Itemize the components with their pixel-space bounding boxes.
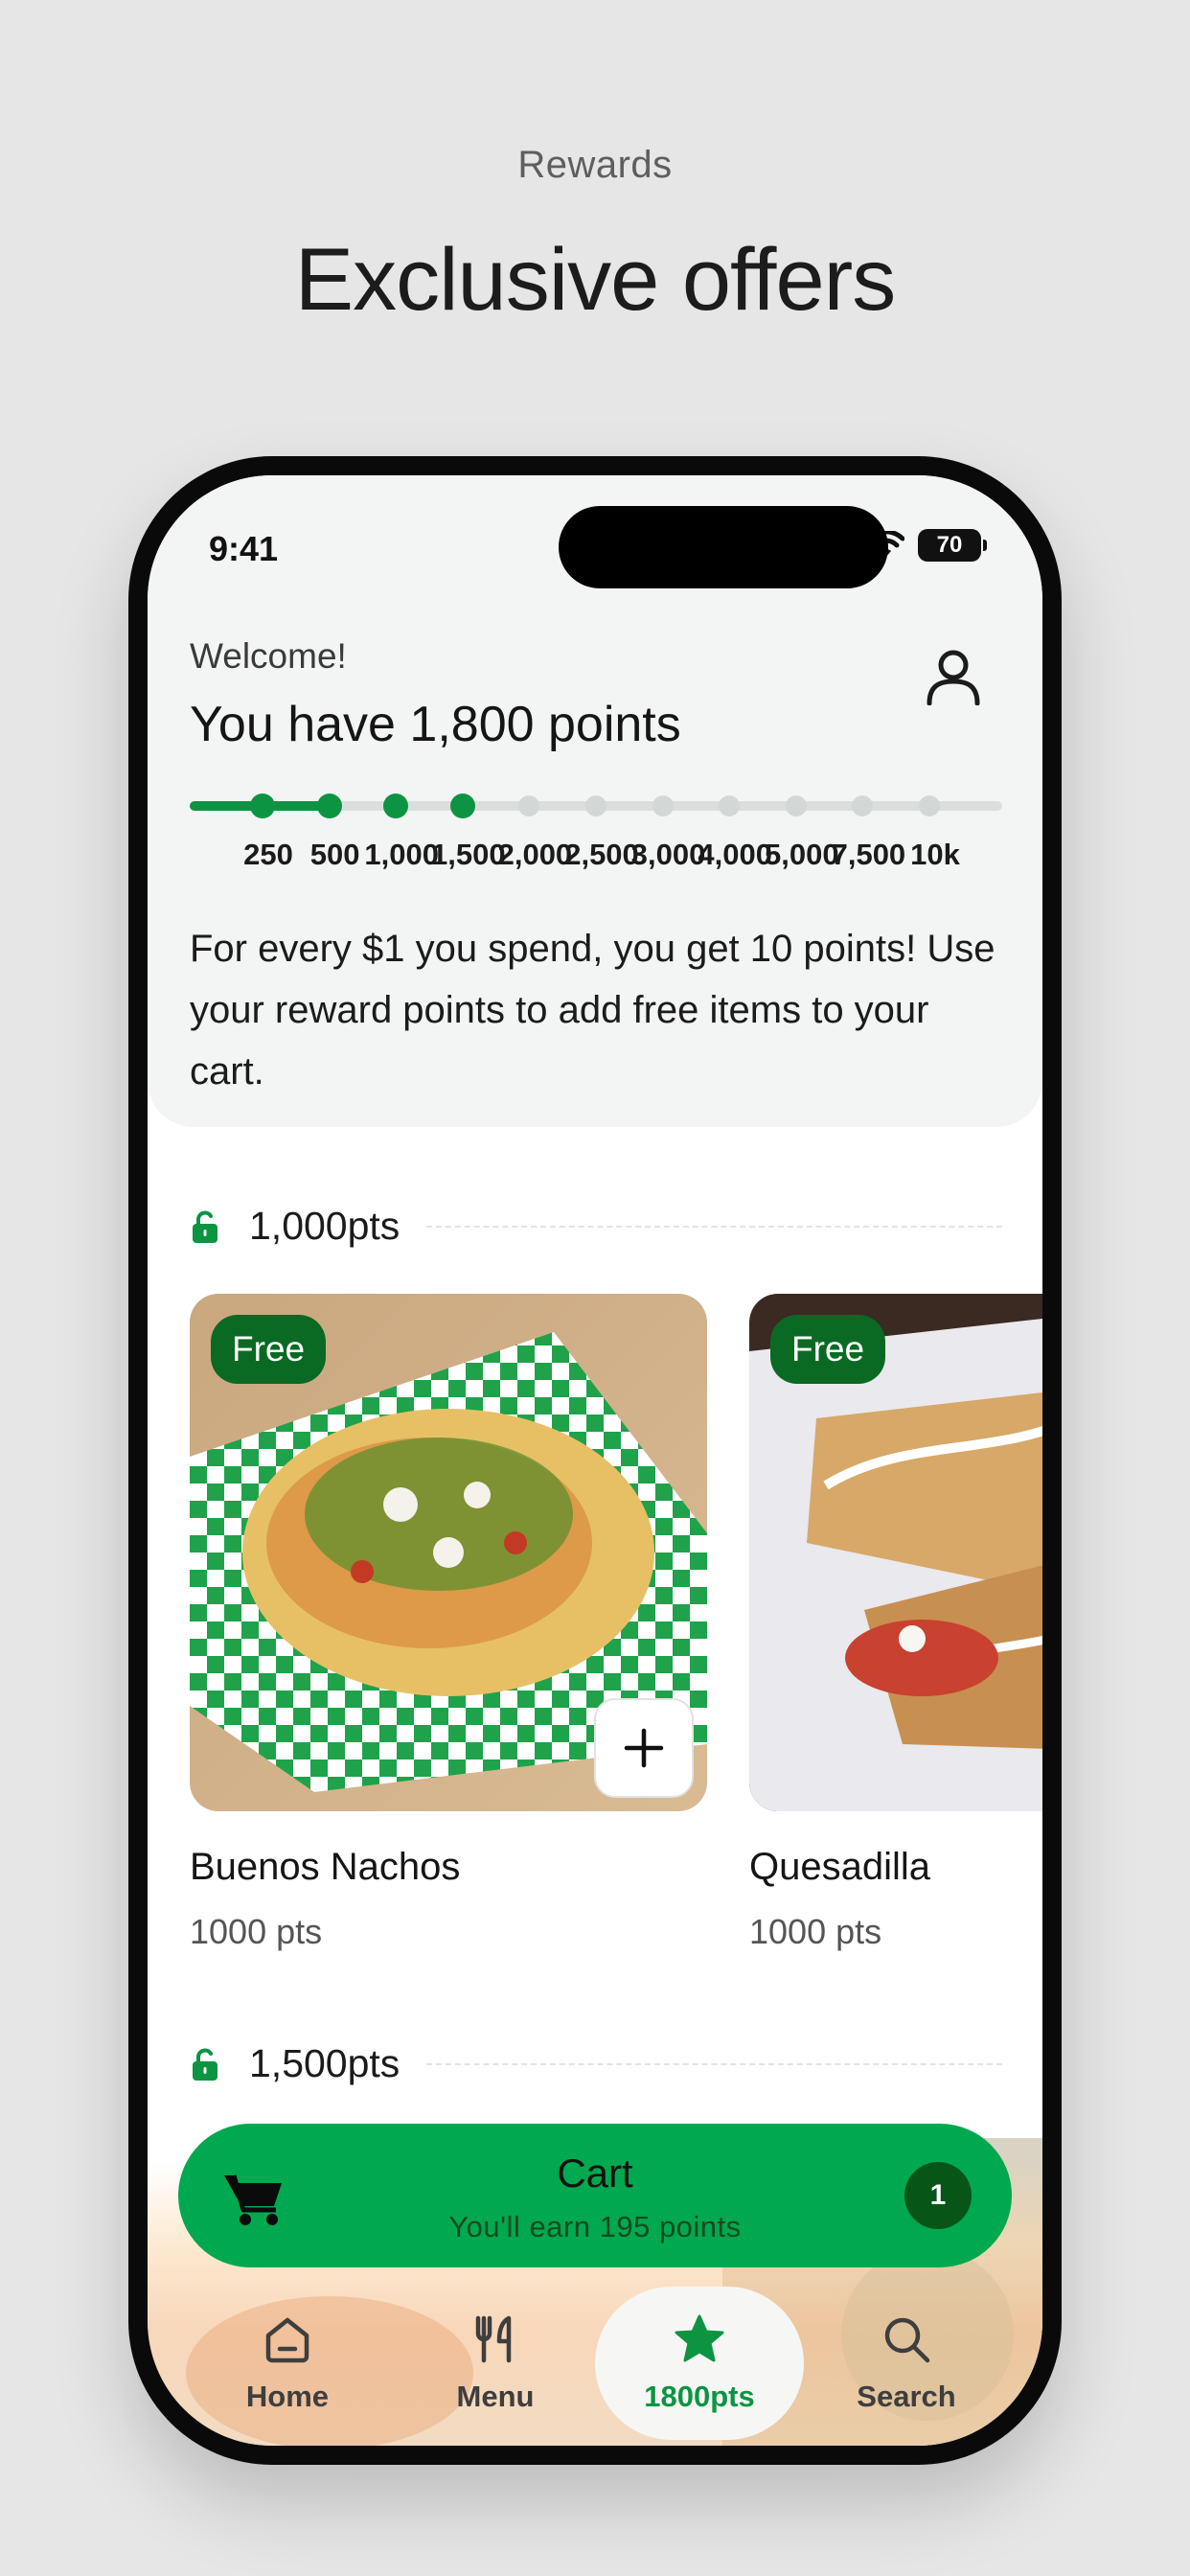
phone-frame: 9:41 70 Welcome! You have 1,800 points 2… bbox=[128, 456, 1062, 2465]
progress-milestone-dot bbox=[652, 795, 674, 816]
nav-home[interactable]: Home bbox=[192, 2287, 383, 2440]
battery-icon: 70 bbox=[918, 529, 987, 562]
progress-milestone-label: 250 bbox=[243, 838, 293, 871]
progress-milestone-label: 2,500 bbox=[564, 838, 639, 871]
tier-heading-1500: 1,500pts bbox=[190, 2041, 1002, 2086]
tier-label: 1,000pts bbox=[249, 1204, 400, 1248]
person-icon[interactable] bbox=[926, 648, 981, 705]
progress-milestone-dot bbox=[585, 795, 606, 816]
progress-milestone-label: 1,000 bbox=[364, 838, 439, 871]
progress-milestone-label: 3,000 bbox=[630, 838, 706, 871]
item-points: 1000 pts bbox=[190, 1912, 323, 1951]
utensils-icon bbox=[475, 2315, 512, 2363]
unlock-icon bbox=[193, 2048, 217, 2081]
marketing-headline: Exclusive offers bbox=[294, 231, 897, 329]
app-screen: 9:41 70 Welcome! You have 1,800 points 2… bbox=[148, 475, 1042, 2446]
nav-rewards[interactable]: 1800pts bbox=[595, 2287, 804, 2440]
star-icon bbox=[675, 2314, 724, 2362]
nav-label: 1800pts bbox=[644, 2380, 755, 2413]
add-to-cart-button[interactable] bbox=[594, 1698, 694, 1798]
progress-milestone-label: 10k bbox=[910, 838, 960, 871]
home-icon bbox=[265, 2317, 309, 2363]
progress-milestone-label: 500 bbox=[309, 838, 360, 871]
progress-milestone-dot bbox=[383, 794, 409, 818]
item-name: Quesadilla bbox=[749, 1846, 931, 1888]
cart-title: Cart bbox=[557, 2150, 633, 2196]
progress-milestone-dot bbox=[250, 794, 275, 818]
search-icon bbox=[884, 2317, 930, 2363]
plus-icon bbox=[624, 1728, 664, 1768]
nav-label: Home bbox=[245, 2380, 330, 2413]
welcome-text: Welcome! bbox=[190, 636, 347, 676]
reward-item-card[interactable]: Free Buenos Nachos 1000 pts bbox=[190, 1294, 707, 1952]
progress-milestone-label: 1,500 bbox=[431, 838, 506, 871]
status-time: 9:41 bbox=[209, 529, 279, 568]
marketing-eyebrow: Rewards bbox=[517, 144, 673, 186]
dynamic-island bbox=[559, 506, 888, 588]
buenos-nachos-image: Free bbox=[190, 1294, 707, 1811]
cart-earn-points: You'll earn 195 points bbox=[448, 2210, 742, 2243]
tier-divider bbox=[426, 2062, 1002, 2065]
free-badge: Free bbox=[770, 1315, 886, 1384]
cart-count-badge: 1 bbox=[904, 2162, 972, 2229]
tier-label: 1,500pts bbox=[249, 2041, 400, 2085]
cart-button[interactable]: Cart You'll earn 195 points 1 bbox=[178, 2124, 1012, 2267]
reward-item-card[interactable]: Free Quesadilla 1000 pts bbox=[749, 1294, 1042, 1952]
progress-milestone-label: 7,500 bbox=[831, 838, 906, 871]
progress-milestone-label: 5,000 bbox=[765, 838, 839, 871]
nav-search[interactable]: Search bbox=[811, 2287, 1002, 2440]
bottom-nav: Home Menu 1800pts Search bbox=[148, 2267, 1042, 2446]
unlock-icon bbox=[193, 1210, 217, 1243]
progress-milestone-dot bbox=[785, 795, 807, 816]
item-name: Buenos Nachos bbox=[190, 1846, 461, 1888]
tier-divider bbox=[426, 1225, 1002, 1228]
progress-milestone-dot bbox=[316, 794, 342, 818]
nav-menu[interactable]: Menu bbox=[400, 2287, 591, 2440]
quesadilla-image: Free bbox=[749, 1294, 1042, 1811]
progress-milestone-label: 4,000 bbox=[698, 838, 772, 871]
progress-milestone-dot bbox=[449, 794, 475, 818]
points-balance-title: You have 1,800 points bbox=[190, 697, 681, 752]
free-badge: Free bbox=[211, 1315, 327, 1384]
item-points: 1000 pts bbox=[749, 1912, 882, 1951]
tier-heading-1000: 1,000pts bbox=[190, 1204, 1002, 1249]
progress-milestone-dot bbox=[919, 795, 940, 816]
nav-label: Menu bbox=[456, 2380, 535, 2413]
nav-label: Search bbox=[857, 2380, 956, 2413]
progress-milestone-label: 2,000 bbox=[497, 838, 573, 871]
rewards-intro-text: For every $1 you spend, you get 10 point… bbox=[190, 928, 995, 1092]
